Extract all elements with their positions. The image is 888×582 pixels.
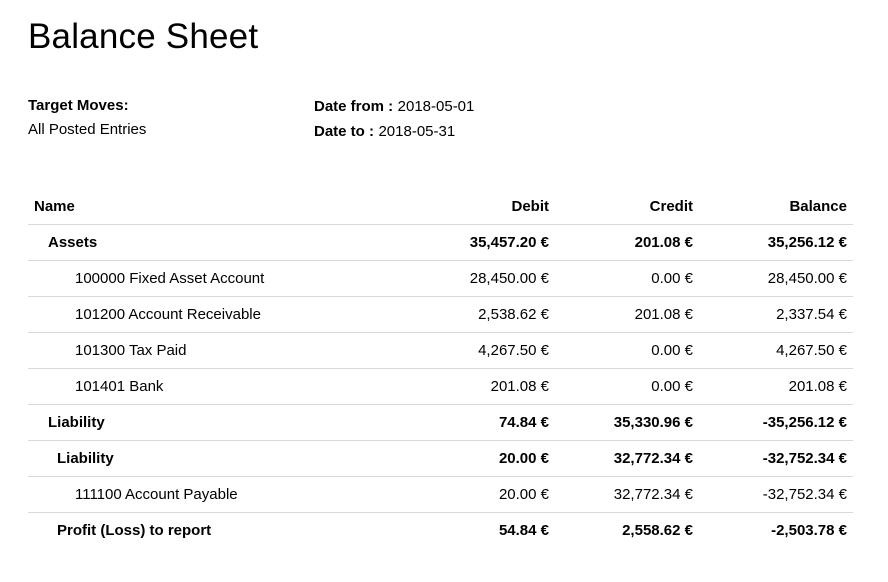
row-balance: 4,267.50 € bbox=[699, 332, 853, 369]
table-row: 101200 Account Receivable 2,538.62 € 201… bbox=[28, 296, 853, 333]
date-to-value: 2018-05-31 bbox=[378, 123, 456, 140]
row-balance: 28,450.00 € bbox=[699, 260, 853, 297]
row-debit: 28,450.00 € bbox=[396, 260, 555, 297]
row-debit: 20.00 € bbox=[396, 476, 555, 513]
header-name: Name bbox=[28, 189, 396, 225]
row-credit: 0.00 € bbox=[555, 368, 699, 405]
row-balance: 2,337.54 € bbox=[699, 296, 853, 333]
table-row: Liability 20.00 € 32,772.34 € -32,752.34… bbox=[28, 440, 853, 477]
row-credit: 0.00 € bbox=[555, 332, 699, 369]
row-debit: 4,267.50 € bbox=[396, 332, 555, 369]
row-credit: 201.08 € bbox=[555, 296, 699, 333]
row-credit: 32,772.34 € bbox=[555, 476, 699, 513]
row-name: 100000 Fixed Asset Account bbox=[28, 260, 396, 297]
row-name: Liability bbox=[28, 404, 396, 441]
row-name: 101200 Account Receivable bbox=[28, 296, 396, 333]
row-balance: 201.08 € bbox=[699, 368, 853, 405]
date-from-row: Date from : 2018-05-01 bbox=[314, 94, 474, 119]
header-debit: Debit bbox=[396, 189, 555, 225]
row-name: Profit (Loss) to report bbox=[57, 522, 212, 539]
row-debit: 35,457.20 € bbox=[396, 224, 555, 261]
row-name: 101300 Tax Paid bbox=[28, 332, 396, 369]
row-credit: 35,330.96 € bbox=[555, 404, 699, 441]
row-balance: -32,752.34 € bbox=[699, 440, 853, 477]
row-debit: 2,538.62 € bbox=[396, 296, 555, 333]
balance-sheet-table: Name Debit Credit Balance Assets 35,457.… bbox=[28, 189, 853, 548]
row-name: 111100 Account Payable bbox=[28, 476, 396, 513]
row-debit: 74.84 € bbox=[396, 404, 555, 441]
row-debit: 54.84 € bbox=[498, 522, 549, 539]
table-row: 111100 Account Payable 20.00 € 32,772.34… bbox=[28, 476, 853, 513]
row-credit: 201.08 € bbox=[555, 224, 699, 261]
row-credit: 0.00 € bbox=[555, 260, 699, 297]
row-credit: 2,558.62 € bbox=[622, 522, 693, 539]
row-name: Liability bbox=[28, 440, 396, 477]
header-balance: Balance bbox=[699, 189, 853, 225]
row-balance: -35,256.12 € bbox=[699, 404, 853, 441]
table-row: Assets 35,457.20 € 201.08 € 35,256.12 € bbox=[28, 224, 853, 261]
date-to-row: Date to : 2018-05-31 bbox=[314, 119, 474, 144]
row-balance: 35,256.12 € bbox=[699, 224, 853, 261]
row-debit: 20.00 € bbox=[396, 440, 555, 477]
header-credit: Credit bbox=[555, 189, 699, 225]
date-from-label: Date from : bbox=[314, 98, 394, 115]
row-debit: 201.08 € bbox=[396, 368, 555, 405]
date-to-label: Date to : bbox=[314, 123, 374, 140]
page-title: Balance Sheet bbox=[28, 17, 259, 56]
row-name: 101401 Bank bbox=[28, 368, 396, 405]
target-moves-block: Target Moves: All Posted Entries bbox=[28, 94, 146, 142]
target-moves-value: All Posted Entries bbox=[28, 121, 147, 138]
date-range-block: Date from : 2018-05-01 Date to : 2018-05… bbox=[314, 94, 474, 144]
row-credit: 32,772.34 € bbox=[555, 440, 699, 477]
table-row: 101300 Tax Paid 4,267.50 € 0.00 € 4,267.… bbox=[28, 332, 853, 369]
table-row: Profit (Loss) to report 54.84 € 2,558.62… bbox=[28, 513, 853, 549]
table-row: 101401 Bank 201.08 € 0.00 € 201.08 € bbox=[28, 368, 853, 405]
table-header-row: Name Debit Credit Balance bbox=[28, 189, 853, 225]
date-from-value: 2018-05-01 bbox=[397, 98, 475, 115]
row-balance: -2,503.78 € bbox=[771, 522, 847, 539]
target-moves-label: Target Moves: bbox=[28, 97, 129, 114]
row-balance: -32,752.34 € bbox=[699, 476, 853, 513]
table-row: Liability 74.84 € 35,330.96 € -35,256.12… bbox=[28, 404, 853, 441]
table-row: 100000 Fixed Asset Account 28,450.00 € 0… bbox=[28, 260, 853, 297]
row-name: Assets bbox=[28, 224, 396, 261]
